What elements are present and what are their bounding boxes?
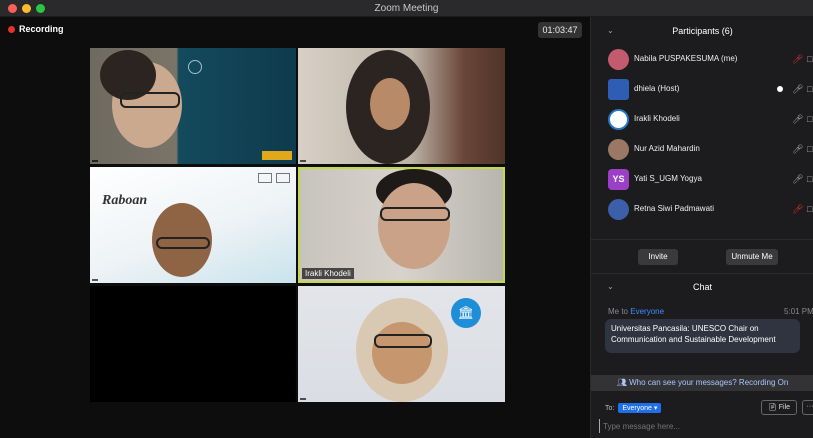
video-icon[interactable]: □ — [807, 144, 812, 154]
avatar: YS — [608, 169, 629, 190]
unesco-logo-icon: 🏛 — [451, 298, 481, 328]
file-button[interactable]: 📄︎ File — [761, 400, 797, 415]
mic-icon[interactable]: 🎤︎ — [792, 144, 803, 155]
chat-notice-text: Who can see your messages? Recording On — [629, 378, 789, 387]
mic-muted-icon[interactable]: 🎤︎ — [792, 54, 803, 65]
tile-name-label: Irakli Khodeli — [302, 268, 354, 279]
file-icon: 📄︎ — [767, 404, 777, 411]
window-title: Zoom Meeting — [374, 3, 439, 14]
institution-logo-icon — [188, 60, 202, 74]
chat-header: ⌄ Chat — [591, 274, 813, 300]
video-icon[interactable]: □ — [807, 114, 812, 124]
tile-name-label — [92, 160, 98, 162]
more-options-button[interactable]: ··· — [802, 400, 813, 415]
video-tile-5[interactable] — [90, 286, 296, 402]
participant-row[interactable]: Retna Siwi Padmawati 🎤︎ □ — [591, 195, 813, 225]
participant-row[interactable]: Nur Azid Mahardin 🎤︎ □ — [591, 135, 813, 165]
chevron-down-icon[interactable]: ⌄ — [607, 274, 614, 300]
video-gallery: Recording 01:03:47 Raboan Irakli Khodeli — [0, 17, 590, 438]
mic-icon[interactable]: 🎤︎ — [792, 84, 803, 95]
glasses-shape — [156, 237, 210, 249]
video-icon[interactable]: □ — [807, 54, 812, 64]
video-icon[interactable]: □ — [807, 174, 812, 184]
title-bar: Zoom Meeting — [0, 0, 813, 17]
video-tile-2[interactable] — [298, 48, 505, 164]
participant-row[interactable]: Irakli Khodeli 🎤︎ □ — [591, 105, 813, 135]
avatar — [608, 79, 629, 100]
invite-button[interactable]: Invite — [638, 249, 678, 265]
participant-row[interactable]: Nabila PUSPAKESUMA (me) 🎤︎ □ — [591, 45, 813, 75]
chat-timestamp: 5:01 PM — [784, 307, 813, 316]
video-tile-3[interactable]: Raboan — [90, 167, 296, 283]
participant-name: Retna Siwi Padmawati — [634, 204, 715, 213]
slide-title: Raboan — [102, 193, 148, 208]
video-icon[interactable]: □ — [807, 84, 812, 94]
unmute-me-button[interactable]: Unmute Me — [726, 249, 778, 265]
recording-indicator[interactable]: Recording — [8, 24, 64, 34]
recipient-dropdown-value: Everyone — [622, 405, 652, 412]
video-tile-6[interactable]: 🏛 — [298, 286, 505, 402]
recording-label: Recording — [19, 24, 64, 34]
chat-visibility-notice[interactable]: 👥︎ Who can see your messages? Recording … — [591, 375, 813, 391]
tile-name-label — [300, 160, 306, 162]
sidebar: ⌄ Participants (6) Nabila PUSPAKESUMA (m… — [590, 17, 813, 438]
slide-tag — [262, 151, 292, 160]
participants-title: Participants (6) — [672, 26, 733, 36]
chat-title: Chat — [692, 282, 712, 292]
participant-name: dhiela (Host) — [634, 84, 680, 93]
video-icon[interactable]: □ — [807, 204, 812, 214]
glasses-shape — [380, 207, 450, 221]
avatar — [608, 199, 629, 220]
avatar — [608, 109, 629, 130]
chat-message-meta: Me to Everyone — [608, 307, 664, 316]
avatar — [608, 49, 629, 70]
people-icon: 👥︎ — [616, 378, 627, 387]
tile-name-label — [92, 398, 98, 400]
partner-logo-icon — [276, 173, 290, 183]
chat-from: Me to — [608, 307, 629, 316]
chat-recipient-selector: To: Everyone ▾ — [605, 403, 662, 413]
mic-icon[interactable]: 🎤︎ — [792, 114, 803, 125]
participant-name: Nur Azid Mahardin — [634, 144, 700, 153]
meeting-timer: 01:03:47 — [538, 22, 582, 38]
chat-message-input[interactable] — [599, 419, 804, 433]
glasses-shape — [374, 334, 432, 348]
participant-face — [378, 183, 450, 269]
chevron-down-icon[interactable]: ⌄ — [607, 17, 614, 45]
participants-header: ⌄ Participants (6) — [591, 17, 813, 45]
participant-name: Irakli Khodeli — [634, 114, 680, 123]
recording-dot-icon — [8, 25, 15, 33]
participant-name: Yati S_UGM Yogya — [634, 174, 702, 183]
participant-row[interactable]: dhiela (Host) 🎤︎ □ — [591, 75, 813, 105]
tile-name-label — [92, 279, 98, 281]
mic-muted-icon[interactable]: 🎤︎ — [792, 204, 803, 215]
recording-status-icon — [777, 86, 783, 92]
participant-face — [370, 78, 410, 130]
unesco-logo-icon — [258, 173, 272, 183]
chat-recipient: Everyone — [630, 307, 665, 316]
glasses-shape — [120, 92, 180, 108]
chat-message: Universitas Pancasila: UNESCO Chair on C… — [605, 319, 800, 353]
mic-icon[interactable]: 🎤︎ — [792, 174, 803, 185]
file-button-label: File — [778, 404, 791, 411]
participant-face — [372, 322, 432, 384]
divider — [591, 239, 813, 240]
participant-name: Nabila PUSPAKESUMA (me) — [634, 54, 738, 63]
participant-row[interactable]: YS Yati S_UGM Yogya 🎤︎ □ — [591, 165, 813, 195]
recipient-dropdown[interactable]: Everyone ▾ — [618, 403, 662, 413]
chevron-down-icon: ▾ — [653, 405, 658, 412]
to-label: To: — [605, 404, 615, 412]
avatar — [608, 139, 629, 160]
video-tile-active-speaker[interactable]: Irakli Khodeli — [298, 167, 505, 283]
tile-name-label — [300, 398, 306, 400]
video-tile-1[interactable] — [90, 48, 296, 164]
